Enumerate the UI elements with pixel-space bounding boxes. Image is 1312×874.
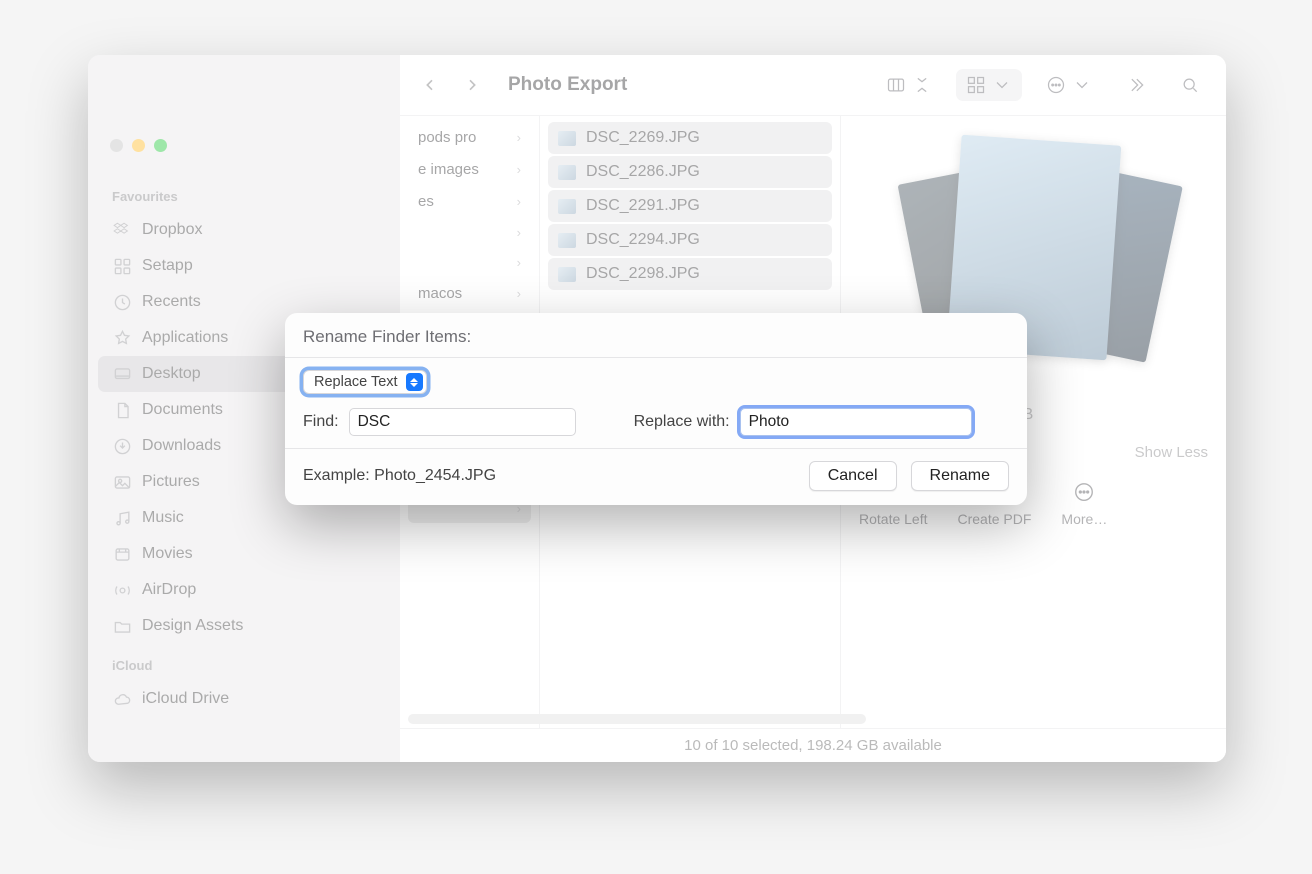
replace-input[interactable] bbox=[740, 408, 972, 436]
find-input[interactable] bbox=[349, 408, 576, 436]
find-label: Find: bbox=[303, 413, 339, 431]
rename-dialog: Rename Finder Items: Replace Text Find: … bbox=[285, 313, 1027, 505]
example-text: Example: Photo_2454.JPG bbox=[303, 467, 795, 485]
cancel-button[interactable]: Cancel bbox=[809, 461, 897, 491]
dropdown-caret-icon bbox=[406, 373, 423, 391]
replace-label: Replace with: bbox=[634, 413, 730, 431]
rename-mode-label: Replace Text bbox=[314, 374, 398, 390]
rename-mode-select[interactable]: Replace Text bbox=[303, 370, 427, 394]
dialog-title: Rename Finder Items: bbox=[285, 313, 1027, 357]
rename-button[interactable]: Rename bbox=[911, 461, 1009, 491]
